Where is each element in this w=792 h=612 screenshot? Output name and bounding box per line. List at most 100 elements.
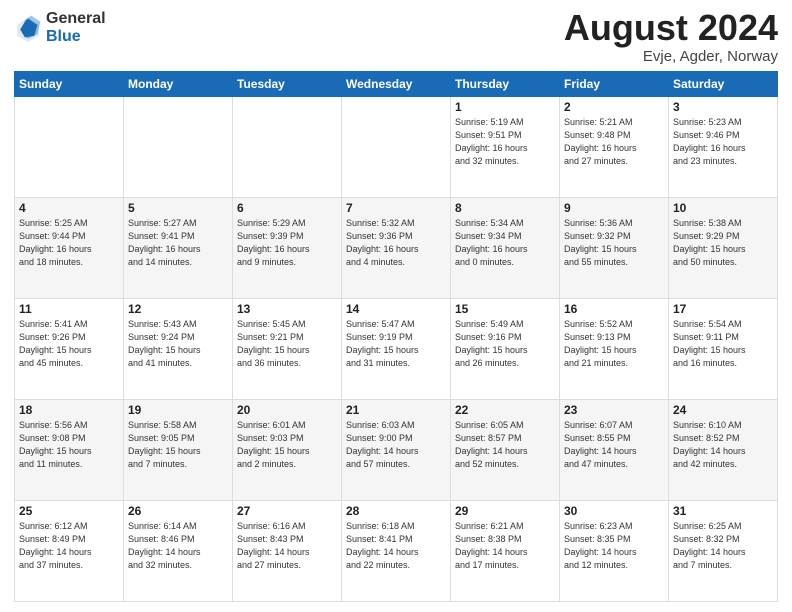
day-info: Sunrise: 5:36 AMSunset: 9:32 PMDaylight:…	[564, 217, 664, 269]
day-info: Sunrise: 5:23 AMSunset: 9:46 PMDaylight:…	[673, 116, 773, 168]
calendar-day-cell: 5 Sunrise: 5:27 AMSunset: 9:41 PMDaylight…	[124, 198, 233, 299]
day-info: Sunrise: 5:25 AMSunset: 9:44 PMDaylight:…	[19, 217, 119, 269]
day-info: Sunrise: 5:58 AMSunset: 9:05 PMDaylight:…	[128, 419, 228, 471]
calendar-day-cell: 16 Sunrise: 5:52 AMSunset: 9:13 PMDayligh…	[560, 299, 669, 400]
day-info: Sunrise: 6:10 AMSunset: 8:52 PMDaylight:…	[673, 419, 773, 471]
day-number: 1	[455, 100, 555, 114]
day-number: 21	[346, 403, 446, 417]
day-number: 30	[564, 504, 664, 518]
day-number: 22	[455, 403, 555, 417]
calendar-day-cell: 14 Sunrise: 5:47 AMSunset: 9:19 PMDayligh…	[342, 299, 451, 400]
calendar-day-cell: 20 Sunrise: 6:01 AMSunset: 9:03 PMDayligh…	[233, 400, 342, 501]
day-number: 17	[673, 302, 773, 316]
day-info: Sunrise: 5:32 AMSunset: 9:36 PMDaylight:…	[346, 217, 446, 269]
calendar-day-cell: 17 Sunrise: 5:54 AMSunset: 9:11 PMDayligh…	[669, 299, 778, 400]
calendar-week-row: 18 Sunrise: 5:56 AMSunset: 9:08 PMDayligh…	[15, 400, 778, 501]
calendar-day-cell: 9 Sunrise: 5:36 AMSunset: 9:32 PMDaylight…	[560, 198, 669, 299]
calendar-day-cell: 21 Sunrise: 6:03 AMSunset: 9:00 PMDayligh…	[342, 400, 451, 501]
day-info: Sunrise: 5:52 AMSunset: 9:13 PMDaylight:…	[564, 318, 664, 370]
calendar-table: Sunday Monday Tuesday Wednesday Thursday…	[14, 71, 778, 602]
day-info: Sunrise: 5:54 AMSunset: 9:11 PMDaylight:…	[673, 318, 773, 370]
day-info: Sunrise: 6:18 AMSunset: 8:41 PMDaylight:…	[346, 520, 446, 572]
day-number: 5	[128, 201, 228, 215]
day-info: Sunrise: 5:49 AMSunset: 9:16 PMDaylight:…	[455, 318, 555, 370]
day-number: 14	[346, 302, 446, 316]
day-info: Sunrise: 6:05 AMSunset: 8:57 PMDaylight:…	[455, 419, 555, 471]
calendar-day-cell: 1Sunrise: 5:19 AMSunset: 9:51 PMDaylight…	[451, 97, 560, 198]
day-number: 2	[564, 100, 664, 114]
day-info: Sunrise: 6:21 AMSunset: 8:38 PMDaylight:…	[455, 520, 555, 572]
day-info: Sunrise: 5:21 AMSunset: 9:48 PMDaylight:…	[564, 116, 664, 168]
calendar-day-cell: 15 Sunrise: 5:49 AMSunset: 9:16 PMDayligh…	[451, 299, 560, 400]
col-tuesday: Tuesday	[233, 72, 342, 97]
calendar-day-cell: 11Sunrise: 5:41 AMSunset: 9:26 PMDayligh…	[15, 299, 124, 400]
calendar-day-cell: 24Sunrise: 6:10 AMSunset: 8:52 PMDayligh…	[669, 400, 778, 501]
calendar-day-cell: 12 Sunrise: 5:43 AMSunset: 9:24 PMDayligh…	[124, 299, 233, 400]
day-number: 20	[237, 403, 337, 417]
calendar-week-row: 4 Sunrise: 5:25 AMSunset: 9:44 PMDaylight…	[15, 198, 778, 299]
calendar-day-cell: 10 Sunrise: 5:38 AMSunset: 9:29 PMDayligh…	[669, 198, 778, 299]
day-info: Sunrise: 5:43 AMSunset: 9:24 PMDaylight:…	[128, 318, 228, 370]
day-number: 29	[455, 504, 555, 518]
col-thursday: Thursday	[451, 72, 560, 97]
col-wednesday: Wednesday	[342, 72, 451, 97]
day-number: 25	[19, 504, 119, 518]
day-info: Sunrise: 5:45 AMSunset: 9:21 PMDaylight:…	[237, 318, 337, 370]
calendar-day-cell	[124, 97, 233, 198]
day-number: 10	[673, 201, 773, 215]
day-number: 16	[564, 302, 664, 316]
day-info: Sunrise: 6:25 AMSunset: 8:32 PMDaylight:…	[673, 520, 773, 572]
logo: General Blue	[14, 10, 106, 45]
calendar-day-cell: 13 Sunrise: 5:45 AMSunset: 9:21 PMDayligh…	[233, 299, 342, 400]
day-number: 26	[128, 504, 228, 518]
day-info: Sunrise: 6:07 AMSunset: 8:55 PMDaylight:…	[564, 419, 664, 471]
day-number: 9	[564, 201, 664, 215]
day-number: 6	[237, 201, 337, 215]
calendar-day-cell	[342, 97, 451, 198]
header: General Blue August 2024 Evje, Agder, No…	[14, 10, 778, 65]
day-number: 4	[19, 201, 119, 215]
day-number: 15	[455, 302, 555, 316]
day-info: Sunrise: 5:56 AMSunset: 9:08 PMDaylight:…	[19, 419, 119, 471]
day-info: Sunrise: 5:29 AMSunset: 9:39 PMDaylight:…	[237, 217, 337, 269]
col-friday: Friday	[560, 72, 669, 97]
day-info: Sunrise: 5:38 AMSunset: 9:29 PMDaylight:…	[673, 217, 773, 269]
calendar-day-cell: 18 Sunrise: 5:56 AMSunset: 9:08 PMDayligh…	[15, 400, 124, 501]
day-number: 12	[128, 302, 228, 316]
day-info: Sunrise: 6:03 AMSunset: 9:00 PMDaylight:…	[346, 419, 446, 471]
logo-general-text: General	[46, 10, 106, 28]
calendar-day-cell: 23Sunrise: 6:07 AMSunset: 8:55 PMDayligh…	[560, 400, 669, 501]
calendar-day-cell	[233, 97, 342, 198]
day-info: Sunrise: 5:34 AMSunset: 9:34 PMDaylight:…	[455, 217, 555, 269]
day-number: 3	[673, 100, 773, 114]
calendar-day-cell: 19Sunrise: 5:58 AMSunset: 9:05 PMDayligh…	[124, 400, 233, 501]
day-number: 7	[346, 201, 446, 215]
calendar-day-cell: 31 Sunrise: 6:25 AMSunset: 8:32 PMDayligh…	[669, 501, 778, 602]
day-info: Sunrise: 6:23 AMSunset: 8:35 PMDaylight:…	[564, 520, 664, 572]
calendar-day-cell	[15, 97, 124, 198]
day-info: Sunrise: 5:41 AMSunset: 9:26 PMDaylight:…	[19, 318, 119, 370]
day-number: 18	[19, 403, 119, 417]
calendar-week-row: 11Sunrise: 5:41 AMSunset: 9:26 PMDayligh…	[15, 299, 778, 400]
calendar-day-cell: 7 Sunrise: 5:32 AMSunset: 9:36 PMDaylight…	[342, 198, 451, 299]
day-info: Sunrise: 6:14 AMSunset: 8:46 PMDaylight:…	[128, 520, 228, 572]
logo-text: General Blue	[46, 10, 106, 45]
calendar-day-cell: 26 Sunrise: 6:14 AMSunset: 8:46 PMDayligh…	[124, 501, 233, 602]
day-info: Sunrise: 5:47 AMSunset: 9:19 PMDaylight:…	[346, 318, 446, 370]
calendar-day-cell: 30 Sunrise: 6:23 AMSunset: 8:35 PMDayligh…	[560, 501, 669, 602]
day-info: Sunrise: 6:01 AMSunset: 9:03 PMDaylight:…	[237, 419, 337, 471]
day-info: Sunrise: 5:27 AMSunset: 9:41 PMDaylight:…	[128, 217, 228, 269]
day-number: 13	[237, 302, 337, 316]
day-number: 28	[346, 504, 446, 518]
page: General Blue August 2024 Evje, Agder, No…	[0, 0, 792, 612]
calendar-day-cell: 29 Sunrise: 6:21 AMSunset: 8:38 PMDayligh…	[451, 501, 560, 602]
logo-icon	[14, 14, 42, 42]
day-number: 27	[237, 504, 337, 518]
col-saturday: Saturday	[669, 72, 778, 97]
day-number: 31	[673, 504, 773, 518]
calendar-day-cell: 27 Sunrise: 6:16 AMSunset: 8:43 PMDayligh…	[233, 501, 342, 602]
calendar-day-cell: 22 Sunrise: 6:05 AMSunset: 8:57 PMDayligh…	[451, 400, 560, 501]
col-monday: Monday	[124, 72, 233, 97]
calendar-header-row: Sunday Monday Tuesday Wednesday Thursday…	[15, 72, 778, 97]
day-info: Sunrise: 6:16 AMSunset: 8:43 PMDaylight:…	[237, 520, 337, 572]
